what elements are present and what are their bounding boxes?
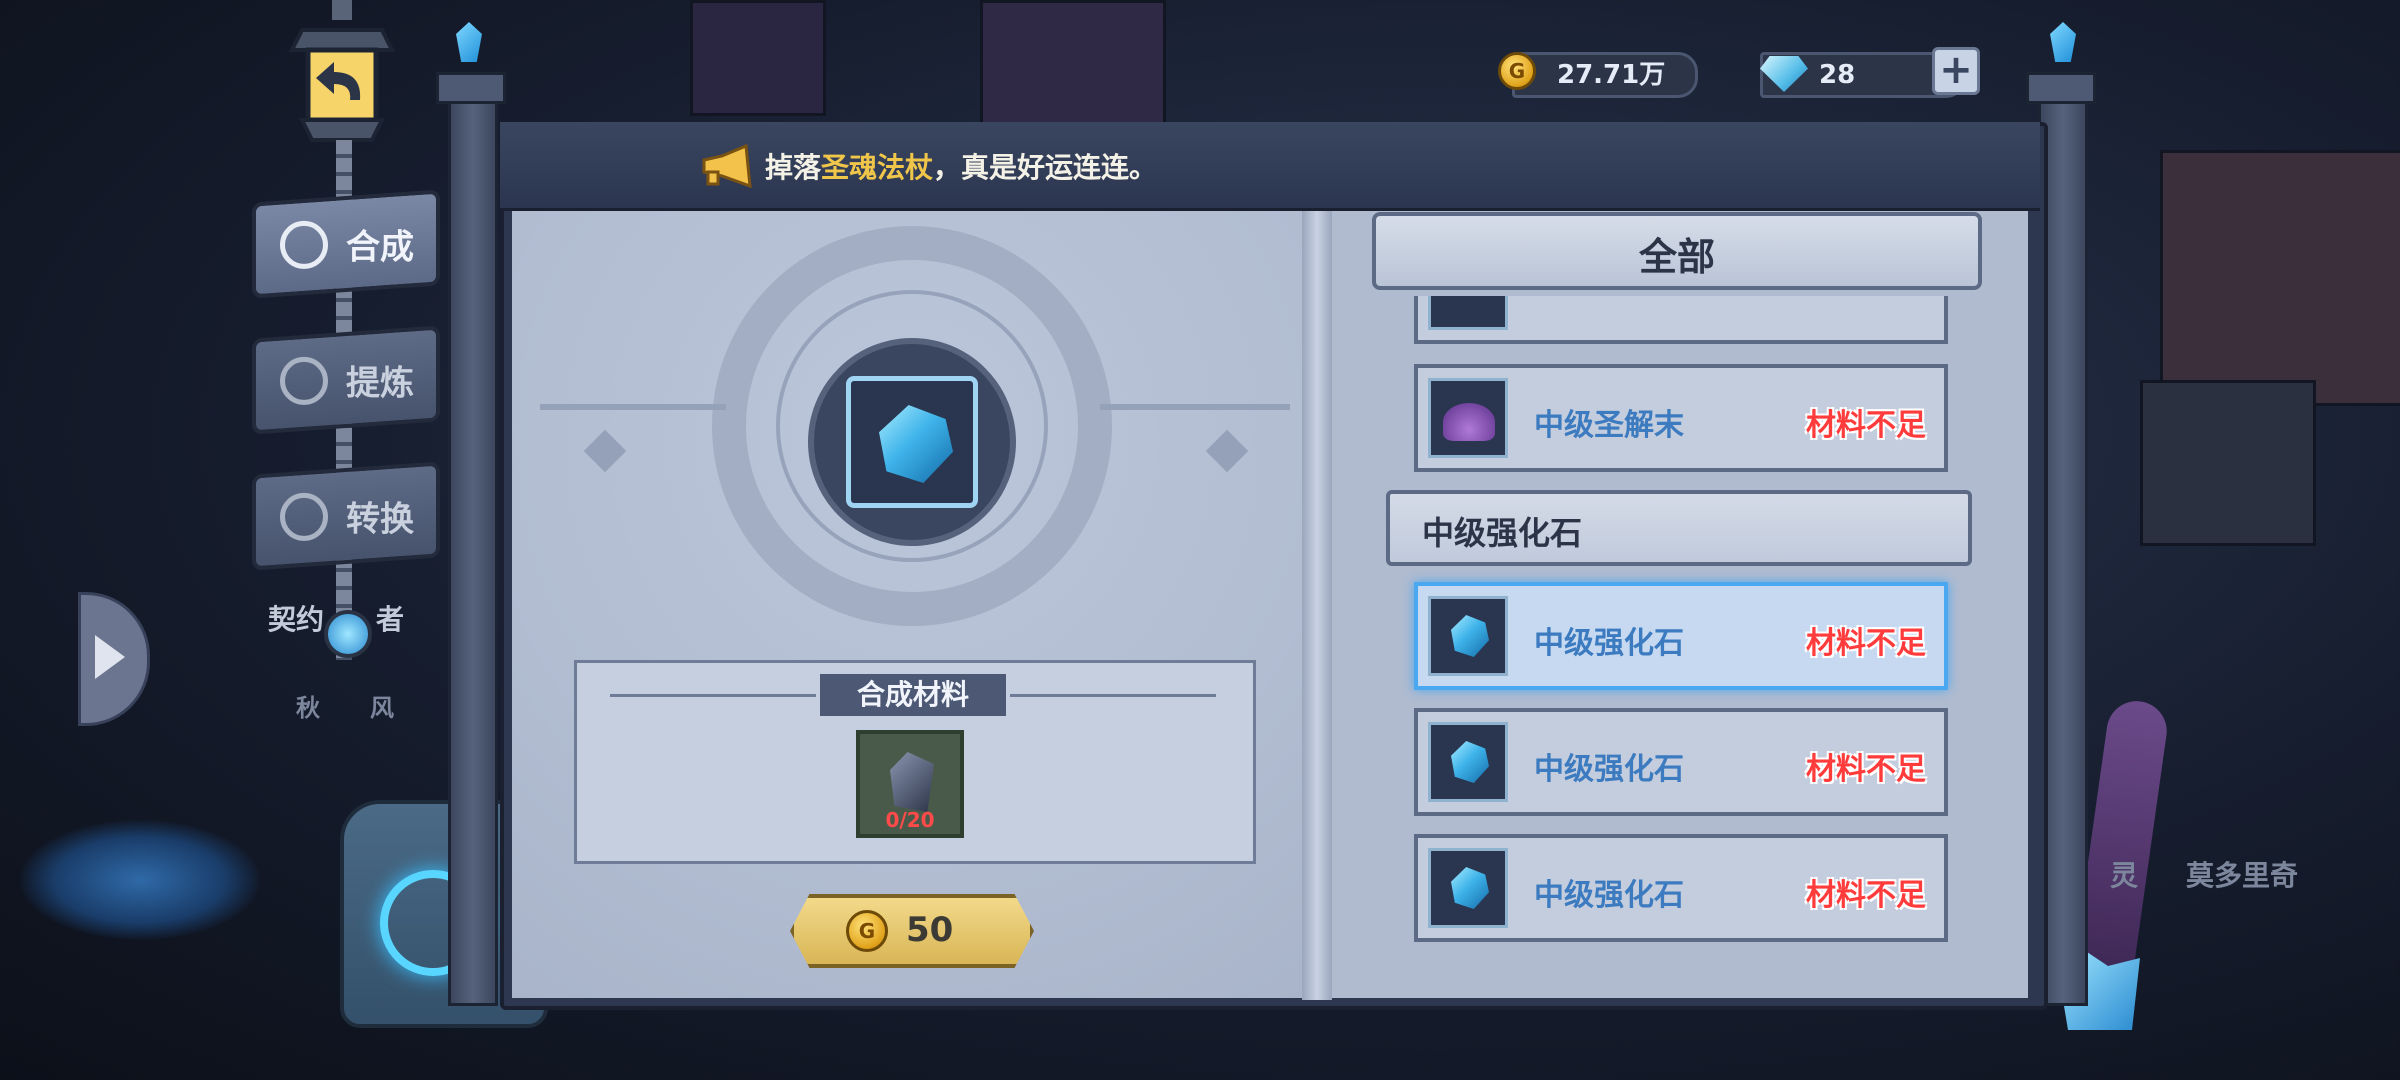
background-name: 秋 [296,694,320,722]
category-header[interactable]: 中级强化石 [1386,490,1972,566]
list-item[interactable]: 中级强化石 材料不足 [1414,582,1948,690]
synthesis-icon [280,220,328,269]
background-building [2160,150,2400,406]
materials-divider [610,694,816,697]
recipe-list[interactable]: 中级圣解末 材料不足 中级强化石 中级强化石 材料不足 中级强化石 材料不足 中… [1372,296,1992,946]
portal-swirl [20,820,260,940]
announcement-text: 掉落圣魂法杖，真是好运连连。 [765,146,1157,186]
nav-refine-button[interactable]: 提炼 [252,325,440,435]
rune-line-right [1100,404,1290,410]
enhance-stone-icon [1428,848,1508,928]
gold-coin-icon: G [846,910,888,952]
item-status: 材料不足 [1806,878,1926,913]
background-label: 契约 [268,603,325,636]
nav-label: 提炼 [346,363,414,404]
list-item[interactable]: 中级圣解末 材料不足 [1414,364,1948,472]
purple-powder-icon [1428,378,1508,458]
nav-label: 合成 [346,227,414,268]
convert-icon [280,492,328,541]
list-item[interactable]: 中级强化石 材料不足 [1414,708,1948,816]
background-building [980,0,1166,126]
megaphone-icon [702,144,752,188]
background-building [690,0,826,116]
crystal-icon [2050,22,2076,62]
gem-shape [1451,867,1489,909]
target-item-slot[interactable] [846,376,978,508]
list-item[interactable]: 中级强化石 材料不足 [1414,834,1948,942]
background-npc-name: 莫多里奇 [2186,859,2299,892]
item-status: 材料不足 [1806,626,1926,661]
announcement-prefix: 掉落 [765,151,822,184]
materials-title: 合成材料 [820,674,1006,716]
background-label: 者 [376,603,405,636]
enhance-stone-icon [1428,722,1508,802]
gold-coin-icon: G [1498,52,1536,90]
item-name: 中级强化石 [1534,878,1684,913]
enhance-stone-icon [879,405,953,483]
background-npc-prefix: 灵 [2110,859,2139,892]
frame-pillar-left [448,90,498,1006]
item-status: 材料不足 [1806,752,1926,787]
item-status: 材料不足 [1806,408,1926,443]
refine-icon [280,356,328,405]
nav-convert-button[interactable]: 转换 [252,461,440,571]
expand-side-button[interactable] [78,592,150,726]
nav-chain-orb [324,610,372,658]
enhance-stone-icon [1428,596,1508,676]
back-lantern-button[interactable] [272,0,412,150]
powder-pile [1443,403,1495,441]
frame-pillar-cap [2026,72,2096,104]
gold-counter: 27.71万 [1512,52,1698,98]
announcement-suffix: ，真是好运连连。 [933,151,1158,184]
filter-label: 全部 [1638,235,1715,279]
rune-line-left [540,404,726,410]
gem-shape [1451,741,1489,783]
dark-crystal-icon [890,752,934,812]
gem-value: 28 [1819,60,1856,90]
list-item[interactable] [1414,296,1948,344]
gold-value: 27.71万 [1557,60,1666,90]
background-building [2140,380,2316,546]
item-icon [1428,296,1508,330]
announcement-item: 圣魂法杖 [821,151,934,184]
item-name: 中级强化石 [1534,626,1684,661]
nav-label: 转换 [346,499,414,540]
nav-synthesis-button[interactable]: 合成 [252,189,440,299]
frame-pillar-cap [436,72,506,104]
materials-divider [1010,694,1216,697]
add-gems-button[interactable]: + [1932,47,1980,95]
material-count: 0/20 [885,808,935,832]
item-name: 中级强化石 [1534,752,1684,787]
gem-shape [1451,615,1489,657]
synthesize-cost: 50 [906,910,954,950]
crystal-icon [456,22,482,62]
book-spine [1302,205,1332,1000]
item-name: 中级圣解末 [1534,408,1684,443]
background-name: 风 [370,694,394,722]
category-label: 中级强化石 [1422,514,1583,552]
